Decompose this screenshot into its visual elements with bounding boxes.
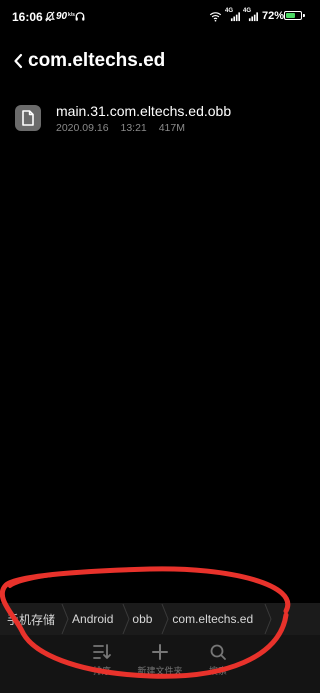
breadcrumb-separator-icon — [264, 603, 272, 635]
file-time: 13:21 — [120, 122, 147, 134]
header: com.eltechs.ed — [0, 44, 320, 80]
new-folder-label: 新建文件夹 — [137, 666, 183, 676]
status-time: 16:06 — [12, 10, 43, 24]
sort-icon — [93, 644, 111, 659]
breadcrumb-item-android[interactable]: Android — [70, 603, 121, 635]
back-chevron-icon[interactable] — [10, 50, 28, 72]
headphones-icon — [75, 12, 85, 21]
breadcrumb-label: obb — [132, 612, 153, 626]
file-list-item[interactable]: main.31.com.eltechs.ed.obb 2020.09.16 13… — [0, 96, 320, 144]
new-folder-button[interactable]: 新建文件夹 — [130, 641, 190, 685]
plus-icon — [152, 644, 168, 660]
battery-level-fill — [286, 13, 296, 18]
breadcrumb-separator-icon — [122, 603, 130, 635]
search-icon — [210, 644, 226, 660]
bottom-toolbar: 排序 新建文件夹 搜索 — [0, 635, 320, 693]
wifi-icon — [209, 12, 222, 22]
battery-percent: 72% — [262, 10, 285, 22]
breadcrumb-separator-icon — [61, 603, 69, 635]
status-bar: 16:06 90 k/s 4G 4G 72% — [0, 0, 320, 34]
breadcrumb-separator-icon — [161, 603, 169, 635]
signal-icon — [230, 12, 240, 22]
sort-button[interactable]: 排序 — [72, 641, 132, 685]
breadcrumb: 手机存储 Android obb com.eltechs.ed — [0, 603, 320, 635]
search-label: 搜索 — [208, 666, 227, 676]
file-meta: 2020.09.16 13:21 417M — [56, 122, 194, 134]
breadcrumb-item-obb[interactable]: obb — [131, 603, 160, 635]
breadcrumb-label: com.eltechs.ed — [172, 612, 254, 626]
search-button[interactable]: 搜索 — [188, 641, 248, 685]
page-title: com.eltechs.ed — [28, 50, 166, 71]
battery-icon — [284, 11, 305, 20]
mute-icon — [45, 11, 55, 22]
breadcrumb-item-phone-storage[interactable]: 手机存储 — [0, 603, 60, 635]
file-icon — [15, 105, 41, 131]
signal-icon — [248, 12, 258, 22]
file-date: 2020.09.16 — [56, 122, 109, 134]
breadcrumb-item-current[interactable]: com.eltechs.ed — [170, 603, 263, 635]
network-speed: 90 — [56, 11, 68, 22]
breadcrumb-label: Android — [72, 612, 114, 626]
file-size: 417M — [158, 122, 185, 134]
breadcrumb-label: 手机存储 — [7, 612, 56, 627]
file-name: main.31.com.eltechs.ed.obb — [56, 103, 232, 119]
sort-label: 排序 — [92, 666, 111, 676]
